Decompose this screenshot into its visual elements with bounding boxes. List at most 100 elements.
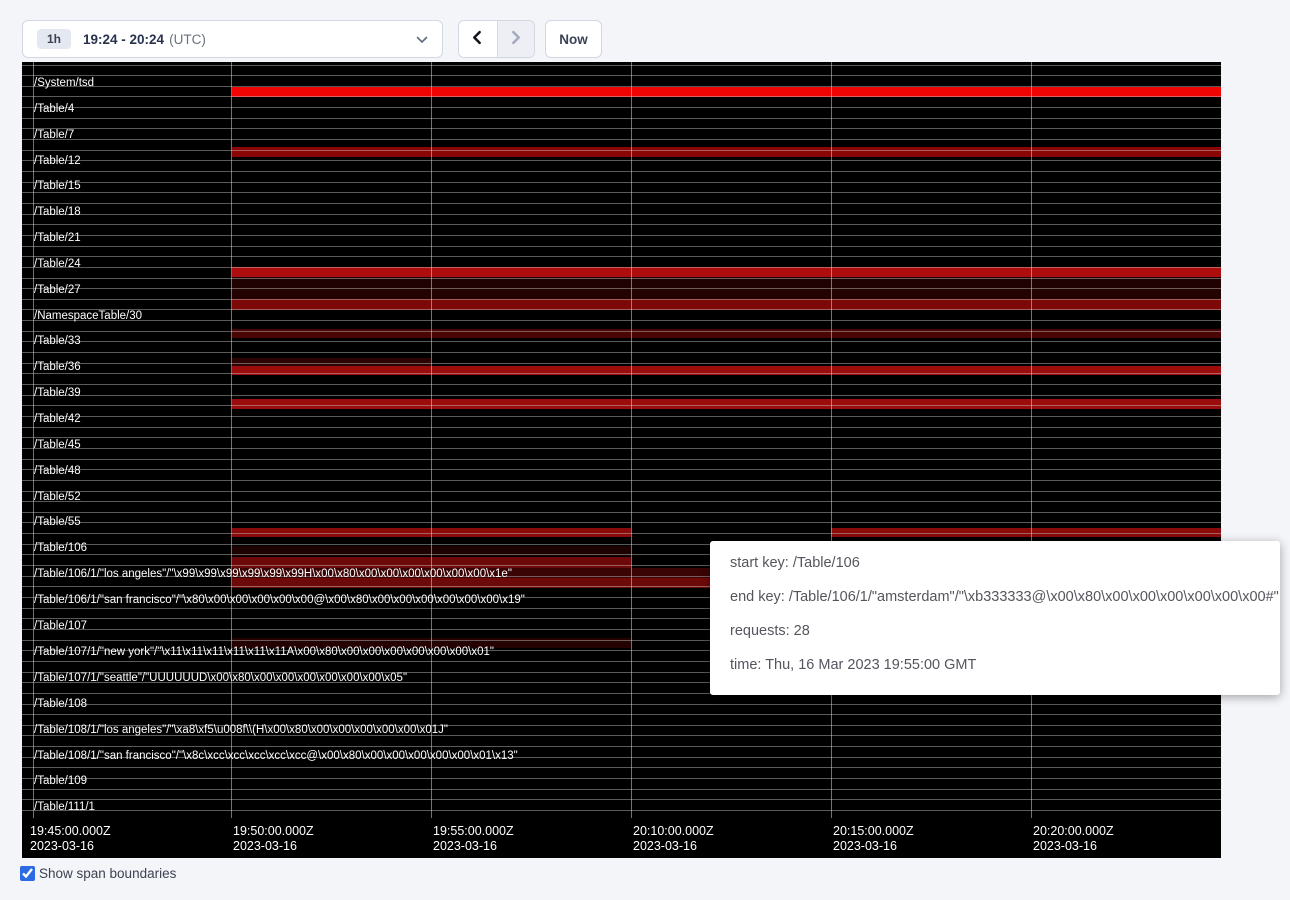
- heatmap-row-label: /Table/48: [34, 464, 81, 478]
- span-boundary-line: [22, 746, 1221, 747]
- span-boundary-line: [22, 75, 1221, 76]
- time-gridline: [1031, 62, 1032, 818]
- chevron-left-icon: [470, 30, 485, 48]
- tick-date: 2023-03-16: [30, 839, 111, 854]
- span-boundary-line: [22, 320, 1221, 321]
- tick-time: 19:50:00.000Z: [233, 824, 314, 839]
- span-boundary-line: [22, 246, 1221, 247]
- timezone-label: (UTC): [169, 32, 206, 47]
- heat-band[interactable]: [232, 288, 1221, 299]
- span-boundary-line: [22, 160, 1221, 161]
- time-range-label: 19:24 - 20:24: [83, 32, 164, 47]
- x-axis-tick: 20:20:00.000Z2023-03-16: [1033, 824, 1114, 854]
- heatmap-row-label: /Table/36: [34, 360, 81, 374]
- span-boundary-line: [22, 480, 1221, 481]
- tooltip-start-key: start key: /Table/106: [730, 555, 1260, 572]
- tick-date: 2023-03-16: [433, 839, 514, 854]
- show-span-boundaries-label: Show span boundaries: [39, 866, 176, 881]
- heatmap-row-label: /Table/106/1/"san francisco"/"\x80\x00\x…: [34, 593, 525, 607]
- prev-time-button[interactable]: [459, 21, 497, 57]
- x-axis-tick: 19:55:00.000Z2023-03-16: [433, 824, 514, 854]
- span-boundary-line: [22, 427, 1221, 428]
- show-span-boundaries-checkbox[interactable]: [20, 866, 35, 881]
- heatmap-row-label: /Table/107/1/"new york"/"\x11\x11\x11\x1…: [34, 645, 494, 659]
- span-boundaries-row: Show span boundaries: [20, 866, 176, 881]
- span-boundary-line: [22, 341, 1221, 342]
- heatmap-row-label: /Table/52: [34, 490, 81, 504]
- time-range-select[interactable]: 1h 19:24 - 20:24 (UTC): [22, 20, 443, 58]
- heatmap-tooltip: start key: /Table/106 end key: /Table/10…: [710, 541, 1280, 695]
- heat-band[interactable]: [232, 277, 1221, 288]
- span-boundary-line: [22, 192, 1221, 193]
- span-boundary-line: [22, 395, 1221, 396]
- span-boundary-line: [22, 267, 1221, 268]
- heatmap-row-label: /Table/15: [34, 179, 81, 193]
- now-button[interactable]: Now: [545, 20, 602, 58]
- span-boundary-line: [22, 704, 1221, 705]
- toolbar: 1h 19:24 - 20:24 (UTC) Now: [0, 0, 1290, 62]
- heatmap-row-label: /Table/7: [34, 128, 74, 142]
- heat-band[interactable]: [232, 299, 1221, 310]
- duration-badge: 1h: [37, 29, 71, 49]
- heat-band[interactable]: [232, 267, 1221, 277]
- heat-band[interactable]: [232, 399, 1221, 409]
- tick-date: 2023-03-16: [233, 839, 314, 854]
- span-boundary-line: [22, 171, 1221, 172]
- heatmap-row-label: /Table/12: [34, 154, 81, 168]
- heatmap-row-label: /Table/18: [34, 205, 81, 219]
- span-boundary-line: [22, 214, 1221, 215]
- span-boundary-line: [22, 118, 1221, 119]
- span-boundary-line: [22, 363, 1221, 364]
- span-boundary-line: [22, 373, 1221, 374]
- span-boundary-line: [22, 182, 1221, 183]
- heatmap-row-label: /Table/55: [34, 515, 81, 529]
- heatmap-row-label: /Table/4: [34, 102, 74, 116]
- span-boundary-line: [22, 331, 1221, 332]
- tooltip-requests: requests: 28: [730, 623, 1260, 640]
- span-boundary-line: [22, 714, 1221, 715]
- span-boundary-line: [22, 437, 1221, 438]
- heatmap-row-label: /Table/45: [34, 438, 81, 452]
- next-time-button[interactable]: [497, 21, 535, 57]
- heatmap-row-label: /System/tsd: [34, 76, 94, 90]
- heatmap-row-label: /Table/108/1/"san francisco"/"\x8c\xcc\x…: [34, 749, 518, 763]
- span-boundary-line: [22, 96, 1221, 97]
- tick-time: 20:10:00.000Z: [633, 824, 714, 839]
- tick-date: 2023-03-16: [633, 839, 714, 854]
- heatmap-row-label: /Table/107/1/"seattle"/"UUUUUUD\x00\x80\…: [34, 671, 407, 685]
- span-boundary-line: [22, 491, 1221, 492]
- heatmap-row-label: /Table/39: [34, 386, 81, 400]
- heat-band[interactable]: [232, 147, 1221, 157]
- time-gridline: [631, 62, 632, 818]
- span-boundary-line: [22, 405, 1221, 406]
- tick-date: 2023-03-16: [833, 839, 914, 854]
- span-boundary-line: [22, 767, 1221, 768]
- x-axis-tick: 20:10:00.000Z2023-03-16: [633, 824, 714, 854]
- heatmap-row-label: /Table/108: [34, 697, 87, 711]
- x-axis-tick: 19:45:00.000Z2023-03-16: [30, 824, 111, 854]
- span-boundary-line: [22, 65, 1221, 66]
- heatmap-row-label: /Table/108/1/"los angeles"/"\xa8\xf5\u00…: [34, 723, 448, 737]
- tooltip-end-key: end key: /Table/106/1/"amsterdam"/"\xb33…: [730, 589, 1260, 606]
- span-boundary-line: [22, 150, 1221, 151]
- span-boundary-line: [22, 107, 1221, 108]
- span-boundary-line: [22, 352, 1221, 353]
- heatmap-row-label: /Table/27: [34, 283, 81, 297]
- span-boundary-line: [22, 799, 1221, 800]
- span-boundary-line: [22, 778, 1221, 779]
- span-boundary-line: [22, 278, 1221, 279]
- tick-date: 2023-03-16: [1033, 839, 1114, 854]
- span-boundary-line: [22, 789, 1221, 790]
- span-boundary-line: [22, 522, 1221, 523]
- tick-time: 20:15:00.000Z: [833, 824, 914, 839]
- heatmap-row-label: /Table/33: [34, 334, 81, 348]
- heatmap-row-label: /Table/106/1/"los angeles"/"\x99\x99\x99…: [34, 567, 512, 581]
- heatmap-row-label: /NamespaceTable/30: [34, 309, 142, 323]
- span-boundary-line: [22, 235, 1221, 236]
- span-boundary-line: [22, 384, 1221, 385]
- heatmap[interactable]: /System/tsd/Table/4/Table/7/Table/12/Tab…: [22, 62, 1221, 858]
- tick-time: 20:20:00.000Z: [1033, 824, 1114, 839]
- heatmap-row-label: /Table/109: [34, 774, 87, 788]
- span-boundary-line: [22, 501, 1221, 502]
- heatmap-row-label: /Table/42: [34, 412, 81, 426]
